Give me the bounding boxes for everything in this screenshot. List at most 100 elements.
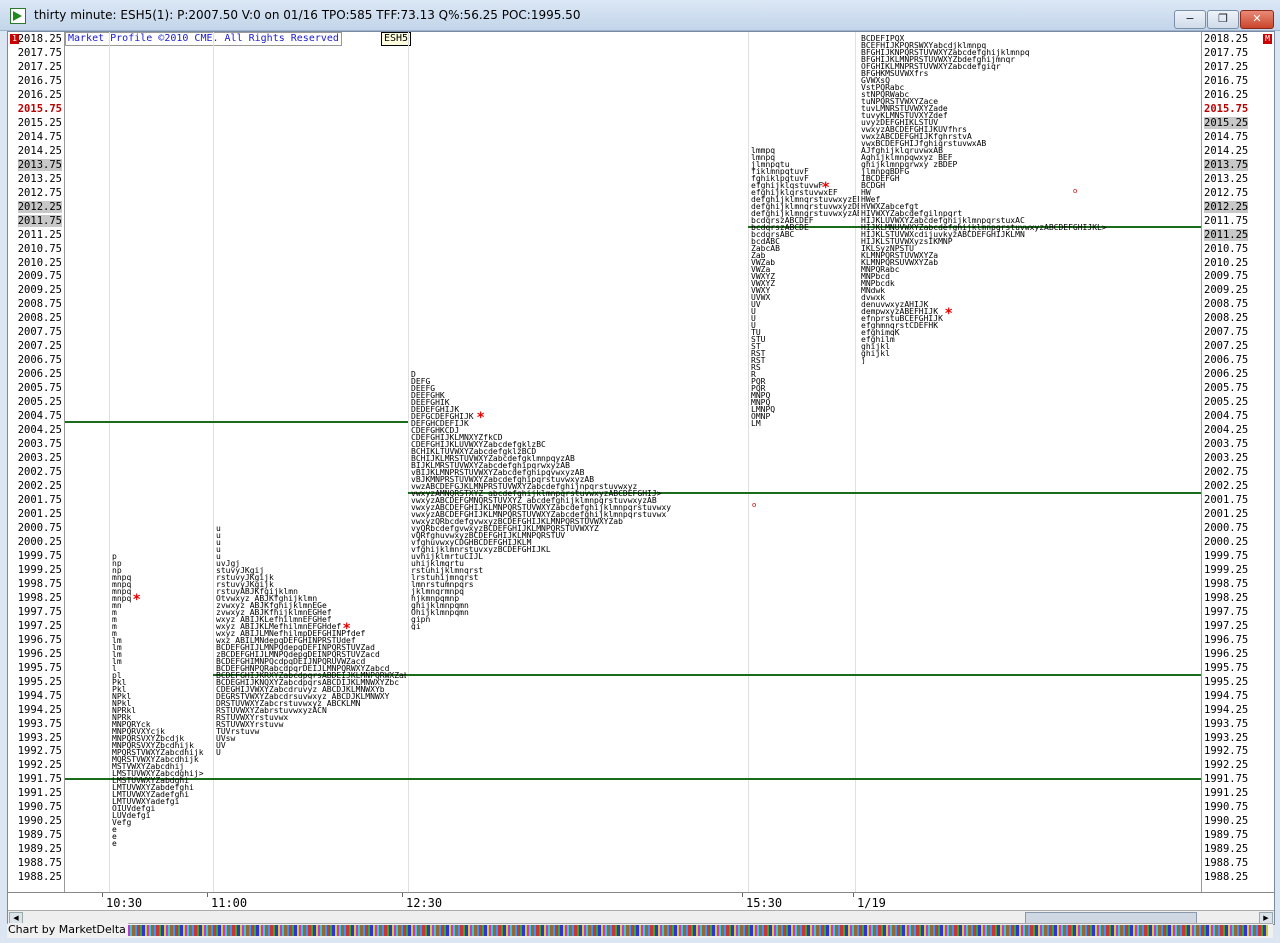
tpo-row: e [112,832,117,841]
tpo-row: R [751,370,756,379]
time-axis[interactable]: 10:30 11:00 12:30 15:30 1/19 [8,892,1274,911]
right-corner-marker: M [1263,34,1272,44]
tpo-row: UV [751,300,761,309]
price-tick: 2010.25 [1204,256,1249,269]
tpo-row: efghilm [861,335,895,344]
price-tick: 2011.75 [1204,214,1249,227]
price-tick: 1995.25 [1204,675,1249,688]
tpo-row: DEFG [411,377,431,386]
price-tick: 2006.25 [17,368,62,381]
price-tick: 1994.25 [17,703,62,716]
time-tick [853,893,854,897]
price-tick: 2014.75 [17,130,62,143]
price-tick: 1991.75 [1204,773,1249,786]
price-tick: 2008.75 [1204,298,1249,311]
price-tick: 1989.25 [17,843,62,856]
poc-star-icon: * [343,621,351,637]
price-tick: 2014.25 [1204,144,1249,157]
price-tick: 1997.75 [1204,605,1249,618]
time-label: 1/19 [857,896,886,910]
tpo-row: UV [216,741,226,750]
right-price-scale[interactable]: M 2018.25 2017.75 2017.25 2016.75 2016.25 201… [1201,32,1274,892]
price-tick: 1991.25 [1204,787,1249,800]
price-tick: 1999.25 [17,563,62,576]
left-price-scale[interactable]: 1 2018.25 2017.75 2017.25 2016.75 2016.25 201… [8,32,65,892]
chart-area[interactable]: 1 2018.25 2017.75 2017.25 2016.75 2016.25 201… [7,31,1275,925]
minimize-button[interactable]: − [1174,10,1206,29]
price-tick: 1997.25 [1204,619,1249,632]
price-tick: 2004.75 [1204,410,1249,423]
tpo-row: u [216,552,221,561]
price-tick: 2010.75 [1204,242,1249,255]
time-tick [207,893,208,897]
time-tick [102,893,103,897]
price-tick: 2011.25 [1204,228,1249,241]
price-tick: 1999.75 [17,549,62,562]
tpo-row: lm [112,643,122,652]
close-button[interactable]: ✕ [1240,10,1274,29]
price-tick: 2009.25 [17,284,62,297]
title-bar[interactable]: thirty minute: ESH5(1): P:2007.50 V:0 on… [0,0,1280,31]
price-tick: 2013.75 [1204,158,1249,171]
price-tick: 1994.25 [1204,703,1249,716]
price-tick: 2005.25 [17,396,62,409]
color-stripe [118,925,1268,936]
price-tick: 1992.25 [1204,759,1249,772]
tpo-row: U [751,307,756,316]
price-tick: 1990.75 [17,801,62,814]
price-tick: 2016.25 [17,88,62,101]
price-tick: 2015.25 [17,116,62,129]
price-tick: 2015.75 [1204,102,1249,115]
price-tick: 1990.25 [17,815,62,828]
price-tick: 2009.75 [1204,270,1249,283]
tpo-row: BCDGH [861,181,886,190]
price-tick: 1993.25 [17,731,62,744]
time-tick [402,893,403,897]
price-tick: 2012.25 [1204,200,1249,213]
price-tick: 1998.75 [1204,577,1249,590]
period-separator [109,32,110,892]
price-tick: 1988.25 [1204,871,1249,884]
price-tick: 2002.25 [17,480,62,493]
price-tick: 2017.25 [17,60,62,73]
period-separator [748,32,749,892]
price-tick: 2000.75 [17,521,62,534]
poc-star-icon: * [822,180,830,196]
price-tick: 2011.25 [17,228,62,241]
price-tick: 2006.75 [17,354,62,367]
price-tick: 1993.75 [1204,717,1249,730]
restore-button[interactable]: ❐ [1207,10,1239,29]
price-tick: 2010.25 [17,256,62,269]
tpo-row: l [112,664,117,673]
price-tick: 1992.75 [1204,745,1249,758]
tpo-row: LM [751,419,761,428]
price-tick: 2002.75 [17,466,62,479]
price-tick: 2008.75 [17,298,62,311]
tpo-row: ghijkl [861,349,890,358]
tpo-row: m [112,629,117,638]
price-tick: 1990.25 [1204,815,1249,828]
tpo-row: MNdwk [861,286,886,295]
price-tick: 1988.25 [17,871,62,884]
tpo-row: UVWX [751,293,771,302]
price-tick: 2016.25 [1204,88,1249,101]
price-tick: 2001.75 [1204,494,1249,506]
tpo-row: U [216,748,221,757]
price-tick: 2011.75 [17,214,62,227]
tpo-row: np [112,559,122,568]
price-tick: 2003.25 [17,452,62,465]
tpo-row: lm [112,657,122,666]
horizontal-scrollbar[interactable]: ◀ ▶ [8,910,1274,924]
tpo-row: IBCDEFGH [861,174,900,183]
price-tick: 1992.25 [17,759,62,772]
price-tick: 2004.25 [17,424,62,437]
price-tick: 1992.75 [17,745,62,758]
profile-plot[interactable]: Market Profile ©2010 CME. All Rights Res… [65,32,1201,892]
price-tick: 2004.25 [1204,424,1249,437]
price-tick: 1990.75 [1204,801,1249,814]
price-tick: 1994.75 [1204,689,1249,702]
tpo-row: MNPbcd [861,272,890,281]
tpo-row: ST [751,342,761,351]
price-tick: 2017.25 [1204,60,1249,73]
poc-star-icon: * [945,306,953,322]
